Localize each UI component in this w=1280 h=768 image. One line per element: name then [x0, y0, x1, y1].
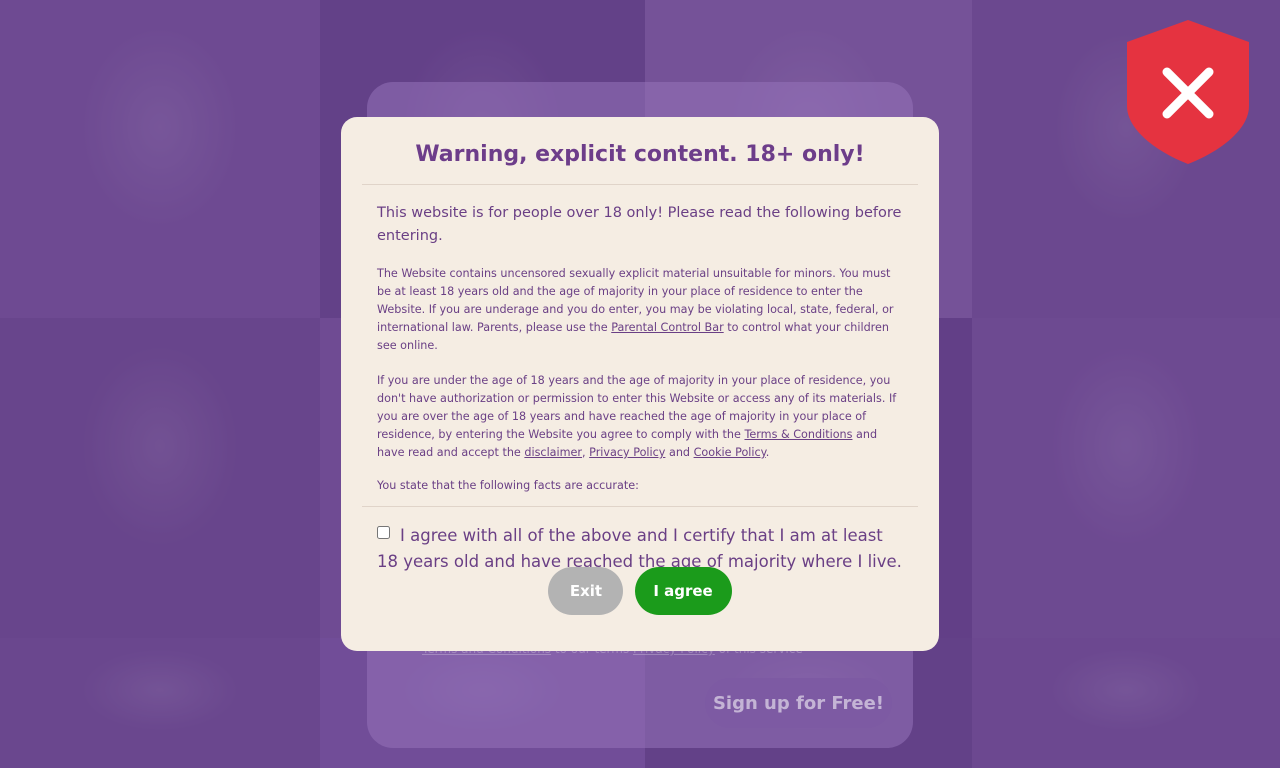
divider: [362, 506, 918, 507]
para2-end: .: [765, 446, 770, 459]
modal-title: Warning, explicit content. 18+ only!: [415, 142, 865, 167]
facts-text: You state that the following facts are a…: [377, 479, 639, 492]
parental-control-link[interactable]: Parental Control Bar: [611, 321, 723, 334]
agree-checkbox[interactable]: [377, 526, 390, 539]
warning-paragraph-2: If you are under the age of 18 years and…: [377, 372, 903, 462]
agree-label[interactable]: I agree with all of the above and I cert…: [377, 526, 902, 571]
cookie-policy-link[interactable]: Cookie Policy: [694, 446, 766, 459]
exit-button[interactable]: Exit: [548, 567, 624, 615]
modal-buttons: Exit I agree: [341, 567, 939, 615]
terms-conditions-link[interactable]: Terms & Conditions: [744, 428, 852, 441]
agree-button[interactable]: I agree: [634, 567, 732, 615]
para2-and: and: [665, 446, 694, 459]
age-warning-modal: Warning, explicit content. 18+ only! Thi…: [341, 117, 939, 651]
disclaimer-link[interactable]: disclaimer: [524, 446, 582, 459]
divider: [362, 184, 918, 185]
signup-button[interactable]: Sign up for Free!: [704, 678, 892, 728]
shield-close-icon[interactable]: [1127, 20, 1249, 164]
privacy-policy-link[interactable]: Privacy Policy: [589, 446, 665, 459]
warning-paragraph-1: The Website contains uncensored sexually…: [377, 265, 903, 355]
intro-text: This website is for people over 18 only!…: [377, 205, 902, 244]
